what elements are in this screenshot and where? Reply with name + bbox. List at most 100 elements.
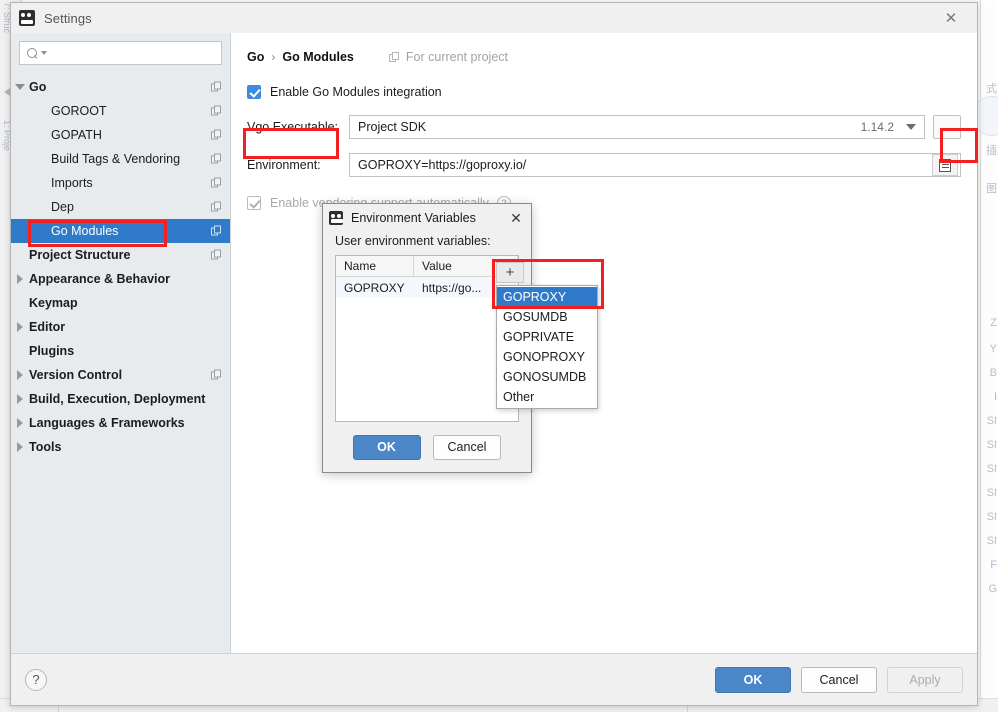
sidebar-item-label: GOROOT bbox=[51, 104, 107, 118]
search-icon bbox=[26, 46, 40, 60]
vgo-executable-value: Project SDK bbox=[358, 120, 427, 134]
sidebar-item-plugins[interactable]: Plugins bbox=[11, 339, 230, 363]
ide-right-char: F bbox=[990, 559, 997, 571]
ide-right-char: B bbox=[989, 367, 997, 379]
sidebar-item-gopath[interactable]: GOPATH bbox=[11, 123, 230, 147]
copy-settings-icon[interactable] bbox=[211, 81, 222, 93]
dialog-ok-button[interactable]: OK bbox=[352, 434, 421, 460]
dialog-actions: OK Cancel bbox=[323, 422, 531, 472]
sidebar-item-goroot[interactable]: GOROOT bbox=[11, 99, 230, 123]
table-header: Name Value bbox=[336, 256, 518, 277]
sidebar-item-label: Languages & Frameworks bbox=[29, 416, 185, 430]
search-input[interactable] bbox=[47, 45, 215, 61]
help-button[interactable]: ? bbox=[25, 668, 47, 691]
ide-right-char: SI bbox=[986, 511, 997, 523]
ide-right-char: Z bbox=[990, 317, 997, 329]
sidebar-item-dep[interactable]: Dep bbox=[11, 195, 230, 219]
add-variable-button[interactable]: + bbox=[496, 262, 524, 283]
environment-input[interactable]: GOPROXY=https://goproxy.io/ bbox=[349, 153, 961, 177]
table-body: GOPROXY https://go... bbox=[336, 277, 518, 421]
environment-variables-button[interactable] bbox=[932, 154, 958, 176]
sidebar-item-project-structure[interactable]: Project Structure bbox=[11, 243, 230, 267]
copy-settings-icon[interactable] bbox=[211, 369, 222, 381]
settings-tree: Go GOROOT GOPATH Build Tags & Vendoring Impo… bbox=[11, 75, 230, 653]
sidebar-item-editor[interactable]: Editor bbox=[11, 315, 230, 339]
sidebar-item-label: Keymap bbox=[29, 296, 78, 310]
apply-button: Apply bbox=[887, 666, 963, 693]
window-titlebar: Settings ✕ bbox=[11, 3, 977, 33]
footer-buttons: OK Cancel Apply bbox=[715, 666, 963, 693]
dialog-close-icon[interactable]: ✕ bbox=[505, 207, 527, 229]
project-scope-icon bbox=[388, 51, 400, 63]
vgo-browse-button[interactable]: ... bbox=[933, 115, 961, 139]
go-logo-icon bbox=[329, 211, 343, 225]
chevron-right-icon[interactable] bbox=[11, 442, 29, 452]
ide-right-char: 图 bbox=[986, 183, 997, 195]
go-logo-icon bbox=[19, 10, 35, 26]
ide-right-char: I bbox=[993, 391, 997, 403]
copy-settings-icon[interactable] bbox=[211, 129, 222, 141]
sidebar-item-go-modules[interactable]: Go Modules bbox=[11, 219, 230, 243]
enable-vendoring-checkbox bbox=[247, 196, 261, 210]
environment-row: Environment: GOPROXY=https://goproxy.io/ bbox=[247, 152, 961, 178]
menu-item-gonoproxy[interactable]: GONOPROXY bbox=[497, 347, 597, 367]
search-box[interactable] bbox=[19, 41, 222, 65]
sidebar-item-label: Build Tags & Vendoring bbox=[51, 152, 181, 166]
enable-go-modules-row[interactable]: Enable Go Modules integration bbox=[247, 82, 961, 102]
chevron-right-icon[interactable] bbox=[11, 394, 29, 404]
copy-settings-icon[interactable] bbox=[211, 105, 222, 117]
list-edit-icon bbox=[939, 158, 951, 172]
close-icon[interactable]: ✕ bbox=[931, 6, 971, 30]
ide-right-char: SI bbox=[986, 463, 997, 475]
dialog-cancel-button[interactable]: Cancel bbox=[432, 434, 502, 460]
breadcrumb-parent[interactable]: Go bbox=[247, 50, 264, 64]
copy-settings-icon[interactable] bbox=[211, 153, 222, 165]
sidebar-item-languages-frameworks[interactable]: Languages & Frameworks bbox=[11, 411, 230, 435]
sidebar-item-label: GOPATH bbox=[51, 128, 102, 142]
menu-item-gosumdb[interactable]: GOSUMDB bbox=[497, 307, 597, 327]
enable-go-modules-label: Enable Go Modules integration bbox=[270, 85, 442, 99]
sidebar-item-version-control[interactable]: Version Control bbox=[11, 363, 230, 387]
table-row[interactable]: GOPROXY https://go... bbox=[336, 277, 518, 298]
vgo-version-label: 1.14.2 bbox=[860, 120, 894, 134]
cell-name: GOPROXY bbox=[344, 280, 405, 295]
ide-right-char: SI bbox=[986, 487, 997, 499]
sidebar-item-build-tags-vendoring[interactable]: Build Tags & Vendoring bbox=[11, 147, 230, 171]
environment-label: Environment: bbox=[247, 158, 321, 172]
dialog-caption: User environment variables: bbox=[335, 234, 491, 248]
column-header-name: Name bbox=[336, 256, 414, 276]
sidebar-item-build-execution-deployment[interactable]: Build, Execution, Deployment bbox=[11, 387, 230, 411]
environment-value: GOPROXY=https://goproxy.io/ bbox=[358, 158, 527, 172]
sidebar-item-go[interactable]: Go bbox=[11, 75, 230, 99]
dialog-title: Environment Variables bbox=[351, 211, 476, 225]
chevron-down-icon[interactable] bbox=[906, 124, 916, 130]
copy-settings-icon[interactable] bbox=[211, 249, 222, 261]
breadcrumb-current: Go Modules bbox=[282, 50, 354, 64]
ok-button[interactable]: OK bbox=[715, 666, 791, 693]
sidebar-item-keymap[interactable]: Keymap bbox=[11, 291, 230, 315]
chevron-down-icon[interactable] bbox=[11, 84, 29, 90]
sidebar-item-imports[interactable]: Imports bbox=[11, 171, 230, 195]
sidebar-item-appearance-behavior[interactable]: Appearance & Behavior bbox=[11, 267, 230, 291]
menu-item-goprivate[interactable]: GOPRIVATE bbox=[497, 327, 597, 347]
enable-go-modules-checkbox[interactable] bbox=[247, 85, 261, 99]
copy-settings-icon[interactable] bbox=[211, 201, 222, 213]
chevron-right-icon[interactable] bbox=[11, 274, 29, 284]
chevron-right-icon[interactable] bbox=[11, 418, 29, 428]
menu-item-goproxy[interactable]: GOPROXY bbox=[497, 287, 597, 307]
for-current-project-label: For current project bbox=[405, 50, 509, 64]
copy-settings-icon[interactable] bbox=[211, 225, 222, 237]
chevron-right-icon[interactable] bbox=[11, 322, 29, 332]
dialog-titlebar: Environment Variables ✕ bbox=[323, 204, 531, 232]
chevron-right-icon[interactable] bbox=[11, 370, 29, 380]
breadcrumb: Go › Go Modules For current project bbox=[247, 47, 961, 67]
copy-settings-icon[interactable] bbox=[211, 177, 222, 189]
ide-right-char: SI bbox=[986, 439, 997, 451]
vgo-executable-combobox[interactable]: Project SDK 1.14.2 bbox=[349, 115, 925, 139]
ide-right-char: Y bbox=[989, 343, 997, 355]
sidebar-item-label: Project Structure bbox=[29, 248, 131, 262]
cancel-button[interactable]: Cancel bbox=[801, 666, 877, 693]
menu-item-other[interactable]: Other bbox=[497, 387, 597, 407]
menu-item-gonosumdb[interactable]: GONOSUMDB bbox=[497, 367, 597, 387]
sidebar-item-tools[interactable]: Tools bbox=[11, 435, 230, 459]
